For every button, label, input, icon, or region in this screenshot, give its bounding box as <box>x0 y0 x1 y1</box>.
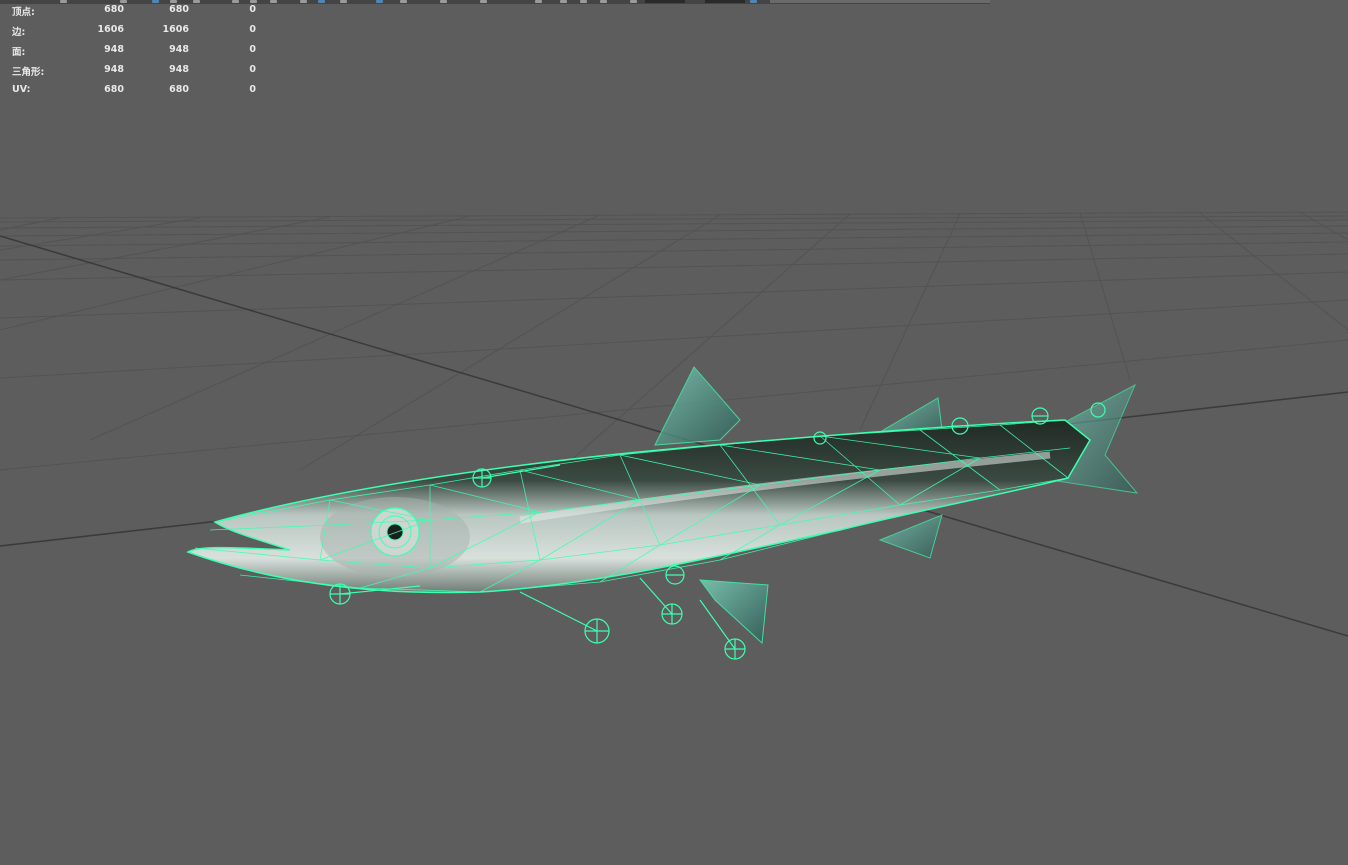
toolbar-icon[interactable] <box>300 0 307 3</box>
hud-row-faces: 面: 948 948 0 <box>0 44 270 58</box>
hud-value: 680 <box>169 84 189 95</box>
anal-fin[interactable] <box>878 514 943 559</box>
toolbar-icon[interactable] <box>535 0 542 3</box>
hud-row-edges: 边: 1606 1606 0 <box>0 24 270 38</box>
poly-count-hud: 顶点: 680 680 0 边: 1606 1606 0 面: 948 948 … <box>0 0 270 100</box>
toolbar-field[interactable] <box>770 0 990 3</box>
toolbar-input[interactable] <box>645 0 685 3</box>
toolbar-icon[interactable] <box>480 0 487 3</box>
fish-mesh[interactable] <box>186 366 1139 660</box>
hud-value: 948 <box>169 44 189 55</box>
toolbar-icon[interactable] <box>340 0 347 3</box>
hud-value: 680 <box>169 4 189 15</box>
toolbar-icon-active[interactable] <box>750 0 757 3</box>
hud-label: 面: <box>12 47 26 58</box>
hud-label: 边: <box>12 27 26 38</box>
hud-row-triangles: 三角形: 948 948 0 <box>0 64 270 78</box>
hud-value: 948 <box>104 64 124 75</box>
hud-row-vertices: 顶点: 680 680 0 <box>0 4 270 18</box>
toolbar-icon[interactable] <box>440 0 447 3</box>
hud-label: 顶点: <box>12 7 35 18</box>
hud-value: 0 <box>249 84 256 95</box>
pelvic-fin[interactable] <box>698 579 769 645</box>
toolbar-icon[interactable] <box>270 0 277 3</box>
hud-value: 948 <box>104 44 124 55</box>
3d-viewport[interactable] <box>0 0 1348 865</box>
toolbar-icon[interactable] <box>600 0 607 3</box>
hud-value: 948 <box>169 64 189 75</box>
toolbar-icon[interactable] <box>580 0 587 3</box>
toolbar-icon[interactable] <box>560 0 567 3</box>
hud-value: 680 <box>104 84 124 95</box>
hud-value: 680 <box>104 4 124 15</box>
hud-row-uvs: UV: 680 680 0 <box>0 84 270 98</box>
hud-value: 0 <box>249 24 256 35</box>
hud-value: 1606 <box>97 24 124 35</box>
hud-value: 0 <box>249 4 256 15</box>
hud-label: UV: <box>12 84 31 95</box>
toolbar-icon[interactable] <box>400 0 407 3</box>
toolbar-icon-active[interactable] <box>318 0 325 3</box>
hud-value: 1606 <box>162 24 189 35</box>
hud-value: 0 <box>249 44 256 55</box>
toolbar-input[interactable] <box>705 0 745 3</box>
hud-value: 0 <box>249 64 256 75</box>
hud-label: 三角形: <box>12 67 45 78</box>
toolbar-icon-active[interactable] <box>376 0 383 3</box>
eye <box>320 497 470 577</box>
toolbar-icon[interactable] <box>630 0 637 3</box>
